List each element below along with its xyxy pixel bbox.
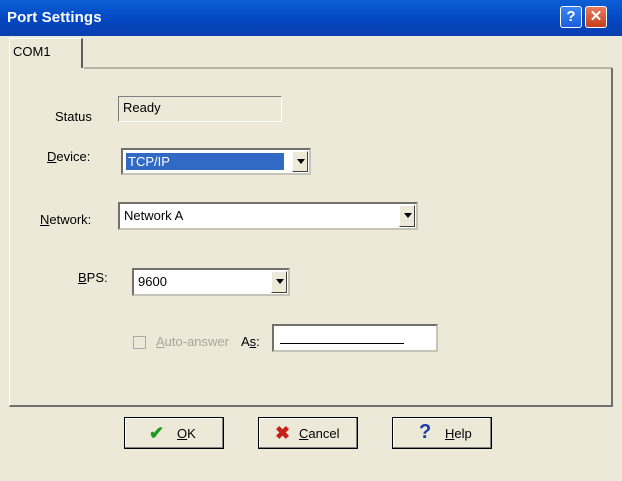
title-bar: Port Settings ? ✕	[0, 0, 622, 36]
x-mark-icon: ✖	[275, 423, 291, 443]
tab-com1[interactable]: COM1	[9, 38, 83, 68]
ok-label: OK	[177, 426, 196, 441]
help-button[interactable]: ? Help	[392, 417, 492, 449]
network-value: Network A	[124, 208, 184, 223]
chevron-down-icon[interactable]	[399, 205, 415, 227]
network-label: Network:	[40, 212, 92, 227]
close-icon: ✕	[589, 8, 603, 25]
chevron-down-icon[interactable]	[271, 271, 287, 293]
device-value: TCP/IP	[126, 153, 284, 170]
cancel-label: Cancel	[299, 426, 340, 441]
checkmark-icon: ✔	[149, 423, 165, 443]
auto-answer-checkbox[interactable]	[133, 336, 146, 349]
tab-label: COM1	[13, 44, 51, 59]
port-settings-dialog: Port Settings ? ✕ COM1 Status Ready Devi…	[0, 0, 622, 481]
bps-label: BPS:	[78, 270, 108, 285]
device-select[interactable]: TCP/IP	[121, 148, 311, 175]
field-underline	[280, 343, 404, 344]
bps-select[interactable]: 9600	[132, 268, 290, 296]
close-button[interactable]: ✕	[585, 6, 607, 28]
window-title: Port Settings	[7, 9, 102, 26]
bps-value: 9600	[138, 274, 167, 289]
device-label: Device:	[47, 149, 91, 164]
tab-panel	[9, 68, 613, 407]
auto-answer-label: Auto-answer	[156, 334, 229, 349]
as-label: As:	[241, 334, 260, 349]
network-select[interactable]: Network A	[118, 202, 418, 230]
help-title-button[interactable]: ?	[560, 6, 582, 28]
ok-button[interactable]: ✔ OK	[124, 417, 224, 449]
question-mark-icon: ?	[566, 8, 576, 25]
question-mark-icon: ?	[419, 421, 432, 443]
chevron-down-icon[interactable]	[292, 151, 308, 172]
status-field: Ready	[118, 96, 282, 122]
status-value: Ready	[123, 100, 161, 115]
status-label: Status	[55, 109, 92, 124]
auto-answer-as-field[interactable]	[272, 324, 438, 352]
help-label: Help	[445, 426, 472, 441]
cancel-button[interactable]: ✖ Cancel	[258, 417, 358, 449]
